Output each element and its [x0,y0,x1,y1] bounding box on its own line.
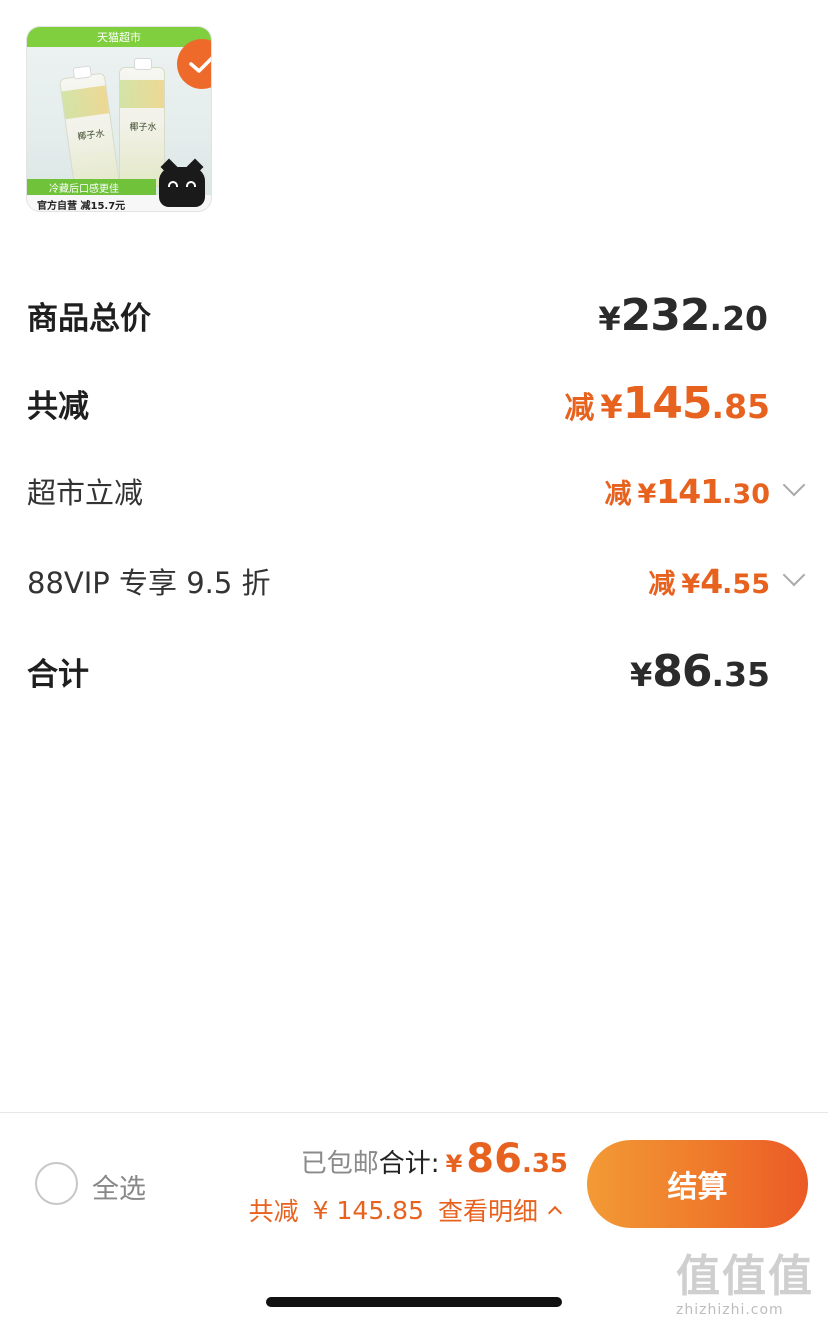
watermark-glyphs: 值值值 [676,1251,814,1302]
view-details-link[interactable]: 查看明细 [438,1192,538,1228]
watermark: 值值值 zhizhizhi.com [676,1240,824,1318]
yen-symbol: ¥ [600,388,623,426]
total-yen: ¥ [445,1150,463,1178]
tmall-cat-logo-icon [159,167,205,207]
free-shipping-label: 已包邮 [300,1149,379,1179]
discount-prefix: 减 [564,391,595,426]
amount-decimal: .20 [709,299,768,338]
row-amount: 减 ¥ 4 .55 [648,562,770,601]
amount-decimal: .55 [722,568,770,600]
summary-row-supermarket-discount[interactable]: 超市立减 减 ¥ 141 .30 [27,470,806,512]
checkout-button[interactable]: 结算 [587,1140,808,1228]
amount-integer: 86 [652,646,712,697]
bottle-image: 椰子水 [119,58,165,187]
row-amount-wrap: 减 ¥ 4 .55 [648,562,806,601]
amount-integer: 232 [620,290,711,341]
amount-integer: 145 [622,378,713,429]
row-label: 合计 [27,657,89,693]
promo-strip-text: 冷藏后口感更佳 [49,184,119,195]
row-label: 共减 [27,389,89,425]
total-integer: 86 [466,1136,522,1182]
total-decimal: .35 [521,1149,568,1179]
home-indicator[interactable] [266,1297,562,1307]
thumb-store-label: 天猫超市 [97,31,141,44]
row-amount: ¥ 86 .35 [630,646,770,697]
row-label: 商品总价 [27,301,151,337]
amount-decimal: .85 [711,387,770,426]
row-label: 88VIP 专享 9.5 折 [27,566,271,600]
chevron-up-icon[interactable] [547,1205,563,1221]
amount-decimal: .30 [722,478,770,510]
amount-integer: 4 [700,561,723,601]
row-amount: 减 ¥ 141 .30 [604,472,770,511]
select-all-radio[interactable] [35,1162,78,1205]
discount-label: 共减 [248,1197,299,1226]
bottom-discount-line[interactable]: 共减 ¥ 145.85 查看明细 [248,1192,563,1228]
summary-row-88vip-discount[interactable]: 88VIP 专享 9.5 折 减 ¥ 4 .55 [27,560,806,602]
bottom-total-line: 已包邮 合计: ¥ 86 .35 [301,1136,568,1182]
yen-symbol: ¥ [637,478,657,510]
discount-prefix: 减 [648,568,676,600]
bottle-label: 椰子水 [129,123,157,133]
row-amount: ¥ 232 .20 [598,290,768,341]
watermark-url: zhizhizhi.com [676,1302,784,1318]
discount-prefix: 减 [604,478,632,510]
product-thumbnail[interactable]: 天猫超市 椰子水 椰子水 冷藏后口感更佳 官方自营 减15.7元 [26,26,212,212]
row-label: 超市立减 [27,476,144,510]
bottom-strip-text: 官方自营 减15.7元 [37,201,126,212]
amount-decimal: .35 [711,655,770,694]
row-amount: 减 ¥ 145 .85 [564,378,770,429]
select-all-label[interactable]: 全选 [92,1167,146,1206]
discount-value: ¥ 145.85 [312,1195,424,1225]
yen-symbol: ¥ [598,300,621,338]
chevron-down-icon[interactable] [782,473,806,497]
amount-integer: 141 [656,471,723,511]
summary-row-subtotal: 商品总价 ¥ 232 .20 [27,290,802,341]
bottle-label: 椰子水 [77,129,106,143]
row-amount-wrap: 减 ¥ 141 .30 [604,472,806,511]
summary-row-total-discount: 共减 减 ¥ 145 .85 [27,378,802,429]
yen-symbol: ¥ [630,656,653,694]
selected-check-icon[interactable] [177,39,211,89]
summary-row-total: 合计 ¥ 86 .35 [27,646,802,697]
total-label: 合计: [378,1149,440,1179]
chevron-down-icon[interactable] [782,563,806,587]
bottom-bar-divider [0,1112,828,1113]
yen-symbol: ¥ [681,568,701,600]
